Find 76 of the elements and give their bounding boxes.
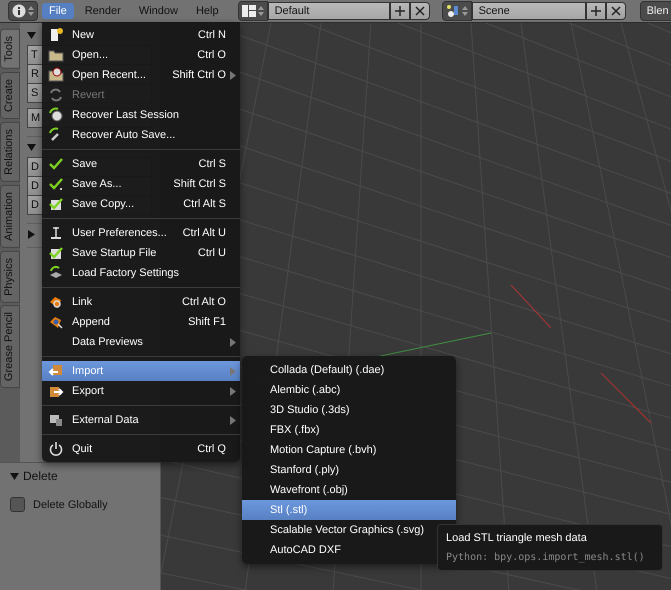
up-down-arrows-icon bbox=[28, 5, 34, 17]
submenu-arrow-icon bbox=[230, 416, 236, 424]
plus-icon bbox=[590, 6, 601, 16]
up-down-arrows-icon bbox=[462, 5, 468, 17]
menu-item[interactable]: Save Startup File Ctrl U bbox=[42, 243, 240, 263]
checkmark-icon bbox=[48, 156, 64, 172]
link-icon bbox=[48, 294, 64, 310]
tooltip-python-path: Python: bpy.ops.import_mesh.stl() bbox=[446, 552, 646, 563]
menu-item[interactable]: User Preferences... Ctrl Alt U bbox=[42, 223, 240, 243]
new-file-icon bbox=[48, 27, 64, 43]
expand-triangle-icon[interactable] bbox=[27, 230, 36, 239]
menu-title[interactable]: Help bbox=[188, 3, 226, 19]
scene-icon bbox=[446, 4, 460, 18]
menu-item[interactable]: Recover Auto Save... bbox=[42, 125, 240, 145]
info-icon bbox=[12, 4, 26, 18]
panel-title: Delete bbox=[23, 469, 58, 483]
submenu-arrow-icon bbox=[230, 338, 236, 346]
render-engine-button[interactable]: Blen bbox=[640, 1, 671, 21]
layout-name-field[interactable]: Default bbox=[268, 2, 390, 20]
menu-item[interactable]: Save Ctrl S bbox=[42, 154, 240, 174]
menu-item[interactable]: FBX (.fbx) bbox=[242, 420, 456, 440]
menu-item[interactable]: Link Ctrl Alt O bbox=[42, 292, 240, 312]
submenu-arrow-icon bbox=[230, 70, 236, 80]
menu-title[interactable]: Render bbox=[78, 3, 128, 19]
menu-item[interactable]: Alembic (.abc) bbox=[242, 380, 456, 400]
menu-title[interactable]: Window bbox=[132, 3, 185, 19]
scene-name-field[interactable]: Scene bbox=[472, 2, 586, 20]
menu-item[interactable]: New Ctrl N bbox=[42, 25, 240, 45]
layout-icon bbox=[242, 5, 256, 17]
menu-item[interactable]: Motion Capture (.bvh) bbox=[242, 440, 456, 460]
remove-button[interactable] bbox=[410, 2, 430, 20]
menu-item[interactable]: Collada (Default) (.dae) bbox=[242, 360, 456, 380]
menu-item[interactable]: Data Previews bbox=[42, 332, 240, 352]
drive-arrow-icon bbox=[48, 265, 64, 281]
collapse-triangle-icon[interactable] bbox=[10, 472, 19, 480]
menu-item[interactable]: Load Factory Settings bbox=[42, 263, 240, 283]
checkbox[interactable] bbox=[10, 497, 25, 512]
menu-item[interactable]: Save Copy... Ctrl Alt S bbox=[42, 194, 240, 214]
menu-item[interactable]: Export bbox=[42, 381, 240, 401]
menu-item[interactable]: Wavefront (.obj) bbox=[242, 480, 456, 500]
collapse-triangle-icon[interactable] bbox=[27, 31, 36, 40]
menu-item[interactable]: External Data bbox=[42, 410, 240, 430]
add-button[interactable] bbox=[586, 2, 606, 20]
clock-arrow-icon bbox=[48, 107, 64, 123]
menu-item[interactable]: Save As... Shift Ctrl S bbox=[42, 174, 240, 194]
checkmark-document-icon bbox=[48, 196, 64, 212]
menu-item[interactable]: Recover Last Session bbox=[42, 105, 240, 125]
menu-item[interactable]: Quit Ctrl Q bbox=[42, 439, 240, 459]
menu-title[interactable]: File bbox=[42, 3, 74, 19]
tool-shelf-tab[interactable]: Tools bbox=[0, 29, 20, 69]
menu-item[interactable]: Append Shift F1 bbox=[42, 312, 240, 332]
menu-item[interactable]: Open Recent... Shift Ctrl O bbox=[42, 65, 240, 85]
checkbox-label: Delete Globally bbox=[33, 498, 108, 510]
menu-item[interactable]: Open... Ctrl O bbox=[42, 45, 240, 65]
menu-item[interactable]: Stanford (.ply) bbox=[242, 460, 456, 480]
submenu-arrow-icon bbox=[230, 366, 236, 376]
add-button[interactable] bbox=[390, 2, 410, 20]
plus-icon bbox=[394, 6, 405, 16]
checkmark-icon bbox=[48, 176, 64, 192]
close-icon bbox=[414, 6, 425, 16]
append-icon bbox=[48, 314, 64, 330]
power-icon bbox=[48, 441, 64, 457]
external-data-icon bbox=[48, 412, 64, 428]
scene-button[interactable] bbox=[442, 1, 472, 21]
layout-button[interactable] bbox=[238, 1, 268, 21]
tooltip-title: Load STL triangle mesh data bbox=[446, 532, 588, 544]
folder-clock-icon bbox=[48, 67, 64, 83]
remove-button[interactable] bbox=[606, 2, 626, 20]
collapse-triangle-icon[interactable] bbox=[27, 143, 36, 152]
refresh-icon bbox=[48, 87, 64, 103]
close-icon bbox=[610, 6, 621, 16]
submenu-arrow-icon bbox=[230, 386, 236, 396]
checkmark-document-icon bbox=[48, 245, 64, 261]
up-down-arrows-icon bbox=[258, 5, 264, 17]
editor-type-button[interactable] bbox=[8, 1, 38, 21]
menu-item[interactable]: 3D Studio (.3ds) bbox=[242, 400, 456, 420]
